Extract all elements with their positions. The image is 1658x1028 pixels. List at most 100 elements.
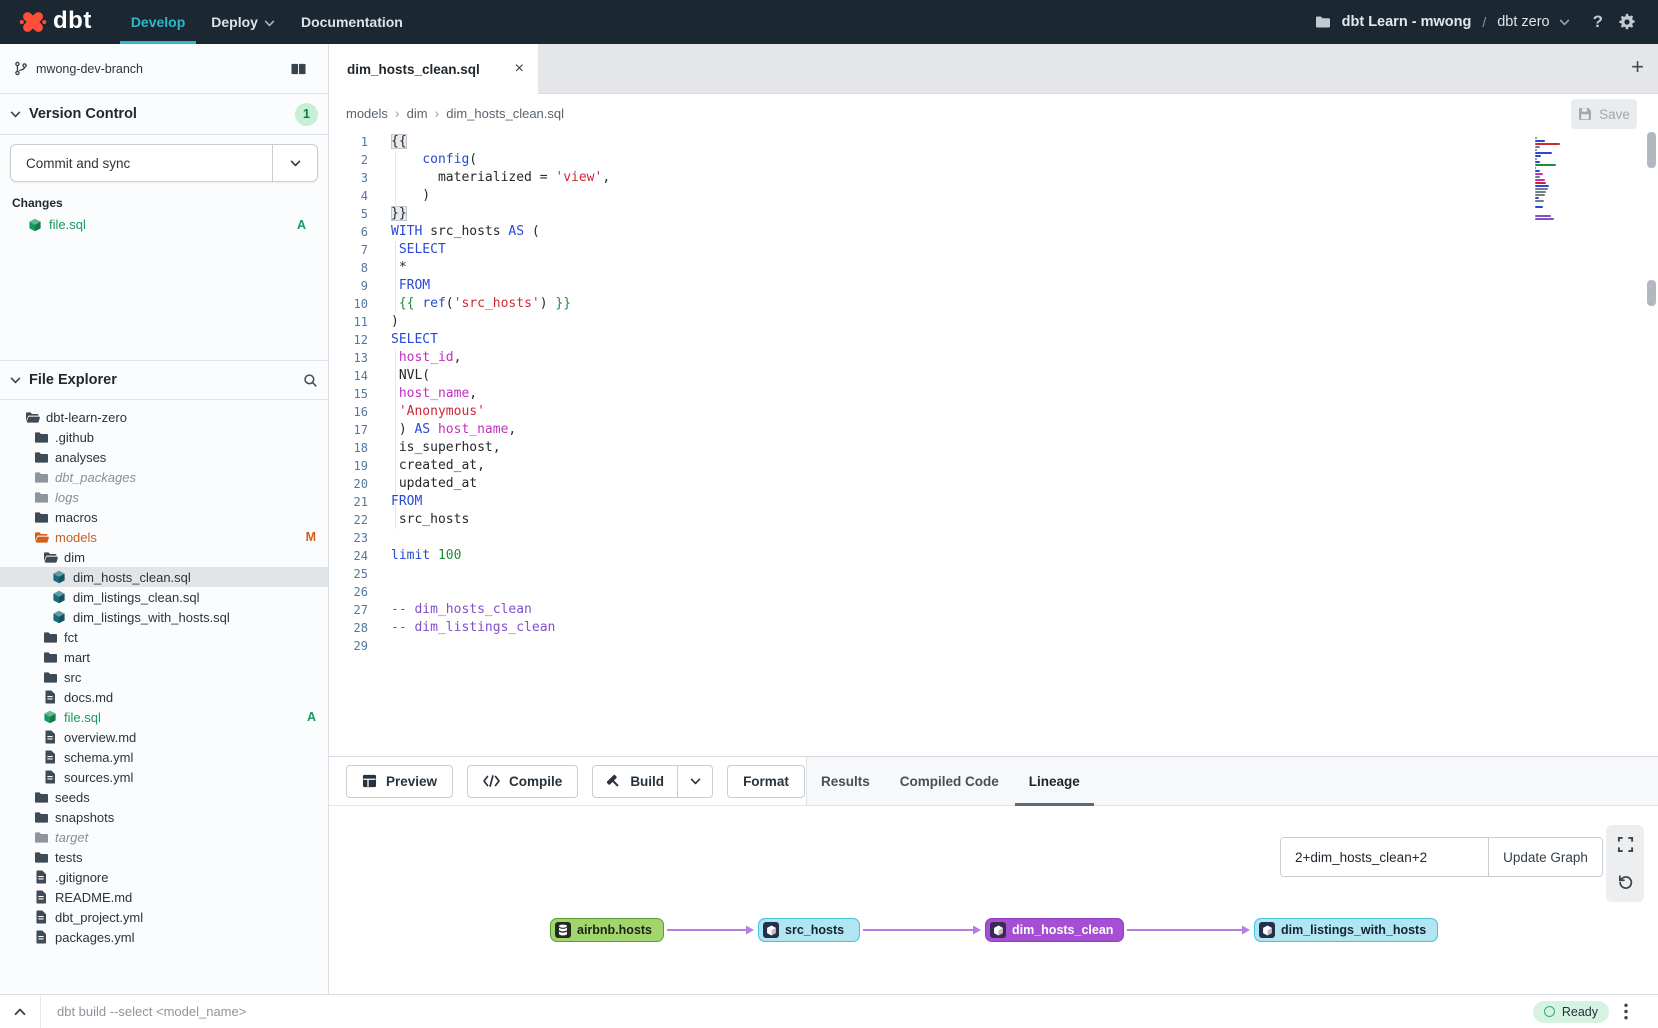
chevron-up-icon[interactable]: [0, 995, 41, 1028]
commit-and-sync-button[interactable]: Commit and sync: [10, 144, 318, 182]
code-line[interactable]: 20 updated_at: [329, 475, 1658, 493]
tree-item--github[interactable]: .github: [0, 427, 328, 447]
code-line[interactable]: 26: [329, 583, 1658, 601]
tree-item-dim-listings-with-hosts-sql[interactable]: dim_listings_with_hosts.sql: [0, 607, 328, 627]
code-line[interactable]: 4 ): [329, 187, 1658, 205]
breadcrumb-item[interactable]: models: [346, 106, 388, 121]
lineage-node-dim-listings-with-hosts[interactable]: dim_listings_with_hosts: [1254, 918, 1438, 942]
tree-item-file-sql[interactable]: file.sqlA: [0, 707, 328, 727]
lineage-node-src-hosts[interactable]: src_hosts: [758, 918, 860, 942]
tree-item-sources-yml[interactable]: sources.yml: [0, 767, 328, 787]
code-line[interactable]: 3 materialized = 'view',: [329, 169, 1658, 187]
code-line[interactable]: 29: [329, 637, 1658, 655]
search-icon[interactable]: [303, 373, 318, 388]
gear-icon[interactable]: [1618, 13, 1636, 31]
command-input[interactable]: [41, 994, 1533, 1028]
nav-item-deploy[interactable]: Deploy: [198, 0, 288, 44]
tree-item-seeds[interactable]: seeds: [0, 787, 328, 807]
tree-item-dbt-project-yml[interactable]: dbt_project.yml: [0, 907, 328, 927]
lineage-node-airbnb-hosts[interactable]: airbnb.hosts: [550, 918, 664, 942]
version-control-header[interactable]: Version Control 1: [0, 94, 328, 135]
code-line[interactable]: 28-- dim_listings_clean: [329, 619, 1658, 637]
tree-item-target[interactable]: target: [0, 827, 328, 847]
breadcrumb-item[interactable]: dim: [407, 106, 428, 121]
build-options-chevron-icon[interactable]: [677, 766, 712, 797]
code-line[interactable]: 15 host_name,: [329, 385, 1658, 403]
nav-item-documentation[interactable]: Documentation: [288, 0, 416, 44]
code-line[interactable]: 6WITH src_hosts AS (: [329, 223, 1658, 241]
tree-item-src[interactable]: src: [0, 667, 328, 687]
code-line[interactable]: 24limit 100: [329, 547, 1658, 565]
nav-item-develop[interactable]: Develop: [118, 0, 198, 44]
lineage-node-dim-hosts-clean[interactable]: dim_hosts_clean: [985, 918, 1124, 942]
code-line[interactable]: 7 SELECT: [329, 241, 1658, 259]
file-explorer-header[interactable]: File Explorer: [0, 360, 328, 400]
code-line[interactable]: 14 NVL(: [329, 367, 1658, 385]
changed-file-row[interactable]: file.sqlA: [10, 214, 318, 235]
tree-item-dbt-packages[interactable]: dbt_packages: [0, 467, 328, 487]
code-line[interactable]: 5}}: [329, 205, 1658, 223]
environment-name[interactable]: dbt zero: [1497, 14, 1549, 30]
tree-item-dim-listings-clean-sql[interactable]: dim_listings_clean.sql: [0, 587, 328, 607]
tree-item-dim-hosts-clean-sql[interactable]: dim_hosts_clean.sql: [0, 567, 328, 587]
scrollbar-thumb[interactable]: [1647, 280, 1656, 306]
scrollbar-thumb[interactable]: [1647, 132, 1656, 168]
tree-item-packages-yml[interactable]: packages.yml: [0, 927, 328, 947]
tree-item-schema-yml[interactable]: schema.yml: [0, 747, 328, 767]
commit-options-chevron-icon[interactable]: [272, 145, 317, 181]
tree-item-logs[interactable]: logs: [0, 487, 328, 507]
code-line[interactable]: 10 {{ ref('src_hosts') }}: [329, 295, 1658, 313]
book-icon[interactable]: [291, 63, 306, 75]
code-line[interactable]: 27-- dim_hosts_clean: [329, 601, 1658, 619]
tab-results[interactable]: Results: [821, 757, 870, 805]
tree-item-dbt-learn-zero[interactable]: dbt-learn-zero: [0, 407, 328, 427]
code-line[interactable]: 2 config(: [329, 151, 1658, 169]
tree-item-tests[interactable]: tests: [0, 847, 328, 867]
code-line[interactable]: 25: [329, 565, 1658, 583]
code-line[interactable]: 16 'Anonymous': [329, 403, 1658, 421]
tree-item-macros[interactable]: macros: [0, 507, 328, 527]
minimap[interactable]: [1535, 137, 1562, 223]
tree-item-analyses[interactable]: analyses: [0, 447, 328, 467]
fullscreen-icon[interactable]: [1617, 836, 1634, 853]
help-icon[interactable]: ?: [1593, 12, 1603, 32]
code-line[interactable]: 22 src_hosts: [329, 511, 1658, 529]
tab-compiled-code[interactable]: Compiled Code: [900, 757, 999, 805]
code-line[interactable]: 9 FROM: [329, 277, 1658, 295]
tree-item-mart[interactable]: mart: [0, 647, 328, 667]
code-line[interactable]: 17 ) AS host_name,: [329, 421, 1658, 439]
kebab-menu-icon[interactable]: [1624, 1003, 1628, 1020]
tab-dim-hosts-clean[interactable]: dim_hosts_clean.sql ×: [329, 44, 538, 94]
chevron-down-icon[interactable]: [1559, 19, 1570, 26]
project-name[interactable]: dbt Learn - mwong: [1342, 14, 1472, 30]
breadcrumb-item[interactable]: dim_hosts_clean.sql: [446, 106, 564, 121]
code-line[interactable]: 18 is_superhost,: [329, 439, 1658, 457]
action-preview-button[interactable]: Preview: [346, 765, 453, 798]
code-line[interactable]: 23: [329, 529, 1658, 547]
code-line[interactable]: 12SELECT: [329, 331, 1658, 349]
tree-item-dim[interactable]: dim: [0, 547, 328, 567]
code-editor[interactable]: 1{{2 config(3 materialized = 'view',4 )5…: [329, 132, 1658, 756]
tree-item-snapshots[interactable]: snapshots: [0, 807, 328, 827]
action-build-button[interactable]: Build: [593, 766, 677, 797]
dbt-logo[interactable]: dbt: [18, 7, 92, 37]
code-line[interactable]: 21FROM: [329, 493, 1658, 511]
tree-item-readme-md[interactable]: README.md: [0, 887, 328, 907]
tree-item-overview-md[interactable]: overview.md: [0, 727, 328, 747]
code-line[interactable]: 19 created_at,: [329, 457, 1658, 475]
update-graph-button[interactable]: Update Graph: [1488, 838, 1602, 876]
tree-item-fct[interactable]: fct: [0, 627, 328, 647]
save-button[interactable]: Save: [1571, 99, 1637, 129]
code-line[interactable]: 8 *: [329, 259, 1658, 277]
action-format-button[interactable]: Format: [727, 765, 805, 798]
tree-item--gitignore[interactable]: .gitignore: [0, 867, 328, 887]
close-icon[interactable]: ×: [515, 61, 524, 77]
tab-lineage[interactable]: Lineage: [1029, 757, 1080, 805]
code-line[interactable]: 11): [329, 313, 1658, 331]
new-tab-plus-icon[interactable]: +: [1631, 54, 1644, 80]
code-line[interactable]: 1{{: [329, 133, 1658, 151]
reset-view-icon[interactable]: [1617, 874, 1634, 891]
code-line[interactable]: 13 host_id,: [329, 349, 1658, 367]
tree-item-models[interactable]: modelsM: [0, 527, 328, 547]
action-compile-button[interactable]: Compile: [467, 765, 578, 798]
